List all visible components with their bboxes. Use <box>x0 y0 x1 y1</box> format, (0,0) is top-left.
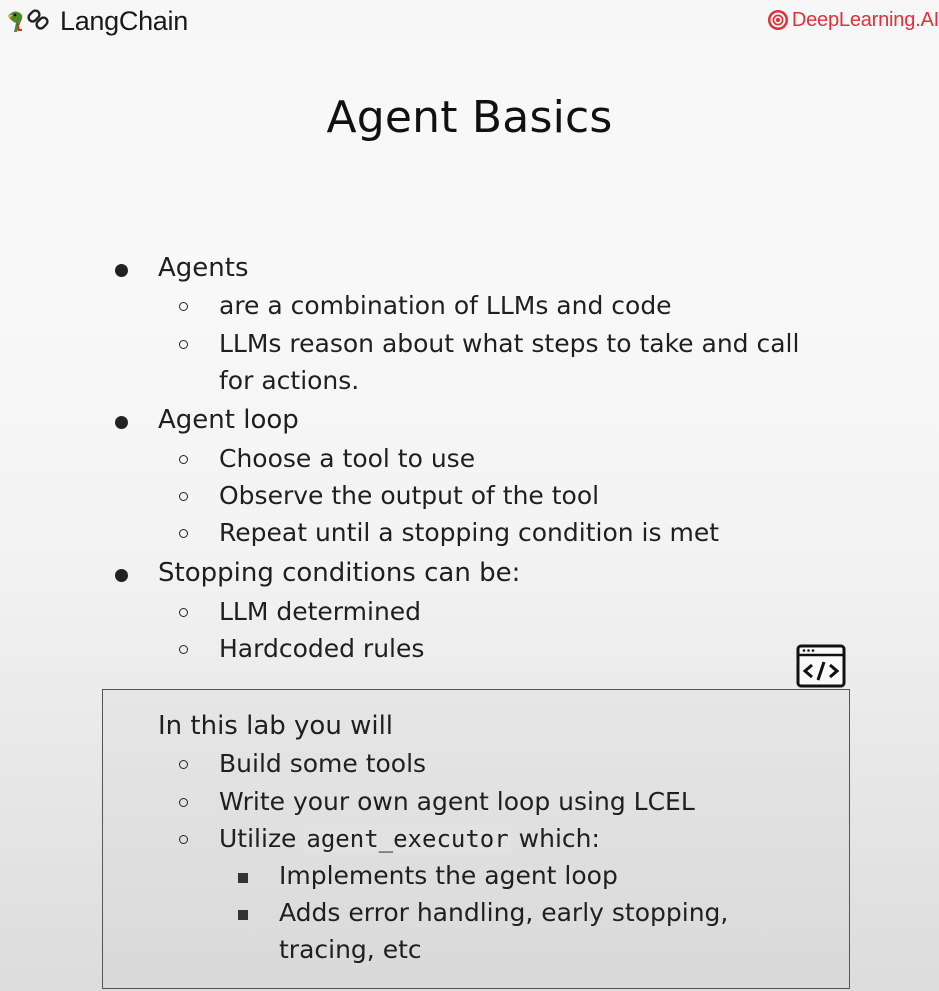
list-item: are a combination of LLMs and code <box>219 291 672 320</box>
list-item: Choose a tool to use <box>219 444 476 473</box>
bullet-ring-icon <box>179 645 188 654</box>
list-item: LLMs reason about what steps to take and… <box>219 329 800 358</box>
list-item: Observe the output of the tool <box>219 481 600 510</box>
list-item-continuation: for actions. <box>219 366 360 395</box>
list-item: Repeat until a stopping condition is met <box>219 518 719 547</box>
bullet-dot-icon <box>115 264 128 277</box>
list-item: Write your own agent loop using LCEL <box>219 787 695 816</box>
section-heading: Agent loop <box>158 405 299 435</box>
code-window-icon <box>796 644 846 688</box>
sub-list-item-continuation: tracing, etc <box>279 935 422 964</box>
bullet-ring-icon <box>179 760 188 769</box>
bullet-ring-icon <box>179 302 188 311</box>
sub-list-item: Adds error handling, early stopping, <box>279 898 729 927</box>
section-heading: Stopping conditions can be: <box>158 558 521 588</box>
bullet-ring-icon <box>179 835 188 844</box>
list-item: Build some tools <box>219 749 427 778</box>
bullet-square-icon <box>238 873 248 883</box>
inline-code: agent_executor <box>304 825 511 853</box>
bullet-ring-icon <box>179 608 188 617</box>
bullet-ring-icon <box>179 798 188 807</box>
deeplearning-brand: DeepLearning.AI <box>767 7 939 33</box>
list-item: Hardcoded rules <box>219 634 425 663</box>
utilize-prefix: Utilize <box>219 824 297 853</box>
langchain-brand-name: LangChain <box>60 5 188 36</box>
bullet-ring-icon <box>179 529 188 538</box>
sub-list-item: Implements the agent loop <box>279 861 618 890</box>
parrot-chain-logo-icon <box>8 9 49 32</box>
list-item: LLM determined <box>219 597 422 626</box>
deeplearning-brand-name: DeepLearning.AI <box>791 8 939 31</box>
bullet-ring-icon <box>179 492 188 501</box>
lab-heading: In this lab you will <box>158 711 394 741</box>
section-heading: Agents <box>158 253 249 283</box>
slide-title: Agent Basics <box>326 92 613 143</box>
utilize-suffix: which: <box>518 824 600 853</box>
bullet-ring-icon <box>179 340 188 349</box>
langchain-brand: LangChain <box>6 4 188 38</box>
deeplearning-ai-logo-icon <box>767 10 788 30</box>
bullet-dot-icon <box>115 416 128 429</box>
bullet-square-icon <box>238 910 248 920</box>
bullet-dot-icon <box>115 569 128 582</box>
bullet-ring-icon <box>179 455 188 464</box>
list-item-utilize: Utilize agent_executor which: <box>219 821 600 857</box>
